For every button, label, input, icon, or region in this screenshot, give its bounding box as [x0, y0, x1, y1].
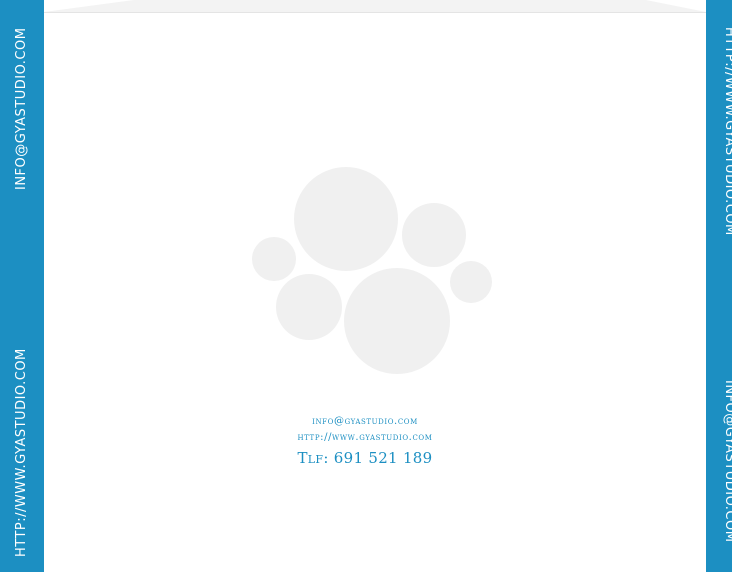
top-shade-band	[44, 0, 706, 13]
contact-website[interactable]: http://www.gyastudio.com	[240, 432, 490, 443]
paw-toe-left	[252, 237, 296, 281]
contact-email[interactable]: info@gyastudio.com	[240, 416, 490, 427]
top-wedge-left	[44, 0, 134, 12]
paw-toe-large	[294, 167, 398, 271]
paw-pad-left	[276, 274, 342, 340]
left-bar-email: INFO@GYASTUDIO.COM	[14, 27, 29, 190]
left-side-bar: INFO@GYASTUDIO.COM HTTP://WWW.GYASTUDIO.…	[0, 0, 44, 572]
top-wedge-right	[646, 0, 706, 12]
contact-phone: Tlf: 691 521 189	[297, 449, 433, 467]
paw-toe-right	[402, 203, 466, 267]
paw-pad-main	[344, 268, 450, 374]
right-bar-email: INFO@GYASTUDIO.COM	[722, 380, 732, 543]
right-side-bar: HTTP://WWW.GYASTUDIO.COM INFO@GYASTUDIO.…	[706, 0, 732, 572]
left-bar-website: HTTP://WWW.GYASTUDIO.COM	[14, 348, 29, 557]
right-bar-website: HTTP://WWW.GYASTUDIO.COM	[722, 27, 732, 236]
paw-toe-far-right	[450, 261, 492, 303]
